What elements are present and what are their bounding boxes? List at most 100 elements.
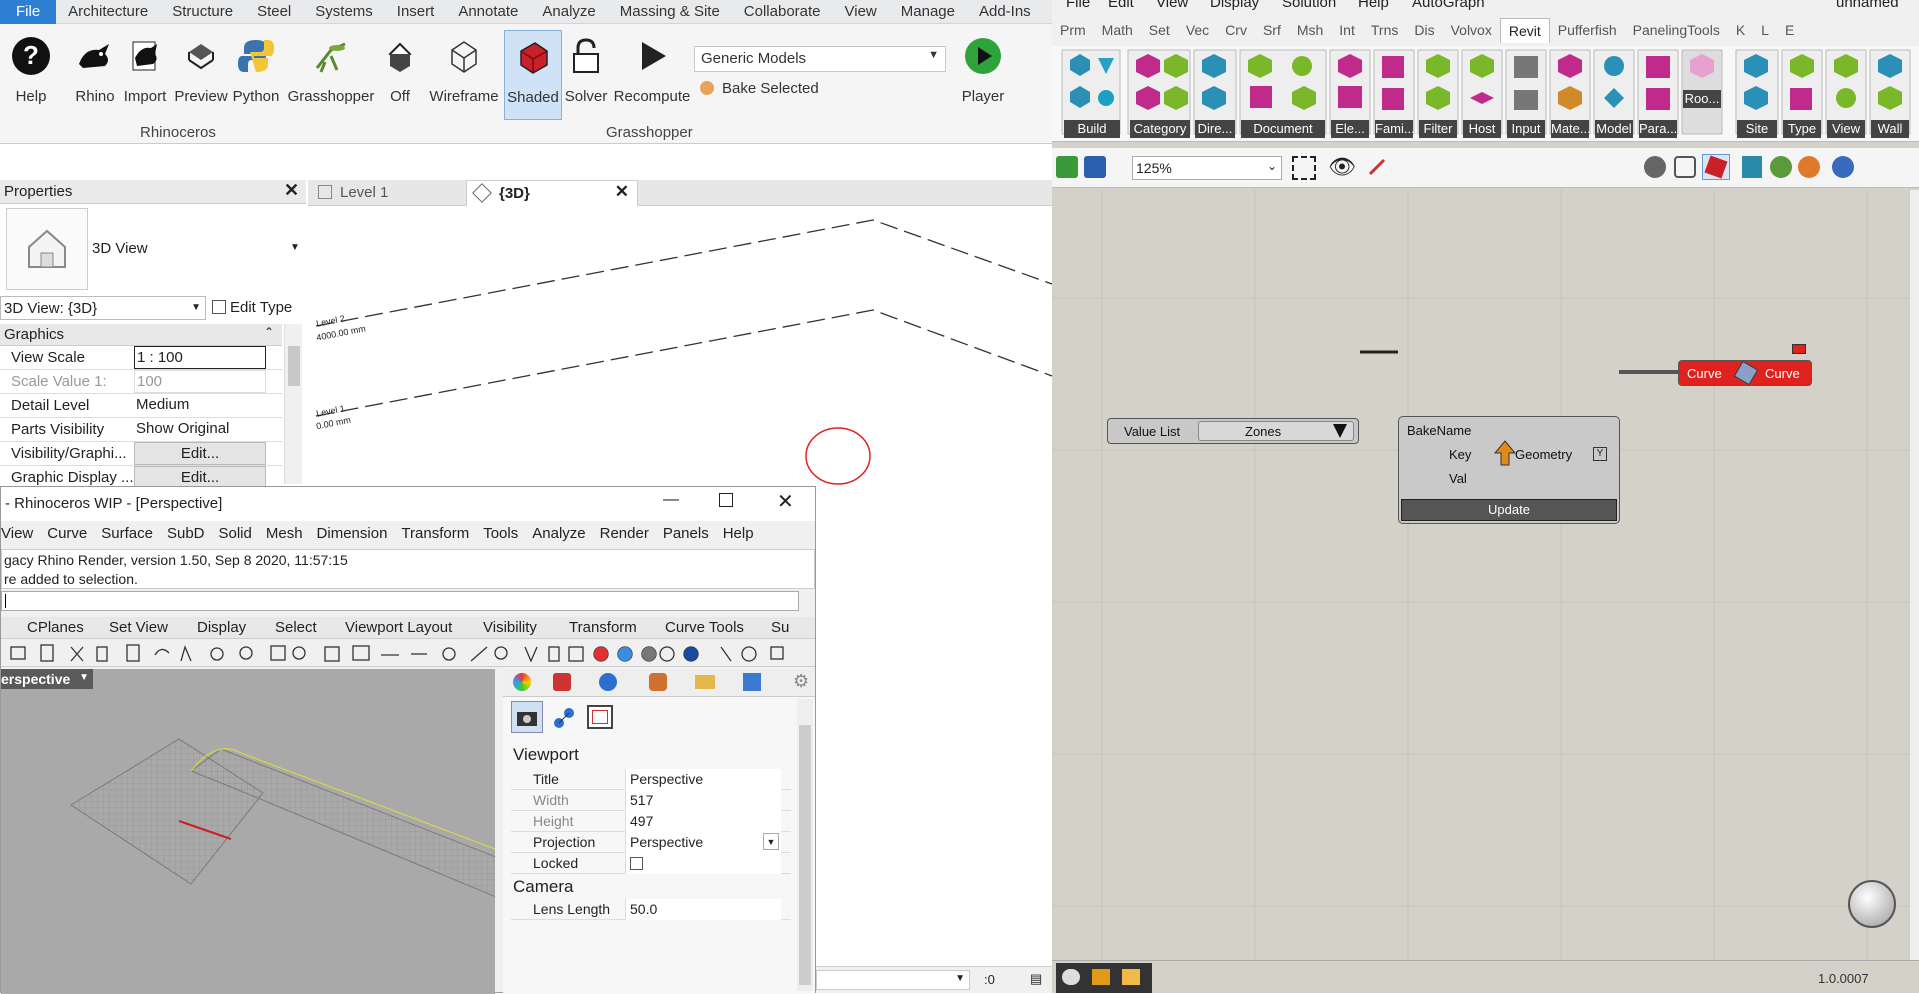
menu-analyze[interactable]: Analyze: [525, 523, 592, 545]
height-field[interactable]: 497: [625, 811, 781, 832]
player-button[interactable]: Player: [958, 30, 1008, 120]
gh-menu-display[interactable]: Display: [1210, 0, 1259, 11]
shaded-button[interactable]: Shaded: [504, 30, 562, 120]
edit-type-button[interactable]: Edit Type: [210, 296, 304, 320]
gh-menu-autograph[interactable]: AutoGraph: [1412, 0, 1485, 11]
gh-menu-view[interactable]: View: [1156, 0, 1188, 11]
off-button[interactable]: Off: [378, 30, 422, 120]
sketch-icon[interactable]: [1368, 156, 1388, 176]
gh-tab-dis[interactable]: Dis: [1406, 22, 1442, 38]
environment-icon[interactable]: [599, 673, 617, 691]
toolbar-icons[interactable]: [1, 641, 815, 667]
paint-icon[interactable]: [649, 673, 667, 691]
tab-transform[interactable]: Transform: [569, 619, 637, 636]
width-field[interactable]: 517: [625, 790, 781, 811]
group-family[interactable]: Fami...: [1375, 120, 1415, 138]
menu-dimension[interactable]: Dimension: [310, 523, 395, 545]
import-button[interactable]: Import: [120, 30, 170, 120]
help-icon[interactable]: [743, 673, 761, 691]
gh-tab-prm[interactable]: Prm: [1052, 22, 1094, 38]
tab-collaborate[interactable]: Collaborate: [732, 0, 833, 24]
lens-length-field[interactable]: 50.0: [625, 899, 781, 920]
bake-icon[interactable]: [1742, 156, 1762, 178]
group-input[interactable]: Input: [1507, 120, 1545, 138]
category-dropdown[interactable]: Generic Models ▼: [694, 46, 946, 72]
tab-level-1[interactable]: Level 1: [312, 180, 462, 206]
tab-structure[interactable]: Structure: [160, 0, 245, 24]
group-category[interactable]: Category: [1130, 120, 1190, 138]
tab-analyze[interactable]: Analyze: [530, 0, 607, 24]
edit-button[interactable]: Edit...: [134, 442, 266, 465]
tab-3d[interactable]: {3D} ✕: [466, 180, 638, 206]
gh-tab-volvox[interactable]: Volvox: [1443, 22, 1500, 38]
tab-view[interactable]: View: [833, 0, 889, 24]
group-document[interactable]: Document: [1241, 120, 1325, 138]
tab-file[interactable]: File: [0, 0, 57, 24]
tab-architecture[interactable]: Architecture: [56, 0, 160, 24]
gh-menu-solution[interactable]: Solution: [1282, 0, 1336, 11]
gh-canvas[interactable]: Value List Zones BakeName Key Val Geomet…: [1052, 190, 1910, 960]
shaded-preview-icon[interactable]: [1702, 154, 1730, 180]
value-list-component[interactable]: Value List Zones: [1107, 418, 1359, 444]
gh-tab-revit[interactable]: Revit: [1499, 17, 1550, 43]
notes-icon[interactable]: [1122, 969, 1140, 985]
title-field[interactable]: Perspective: [625, 769, 781, 790]
gh-tab-int[interactable]: Int: [1331, 22, 1363, 38]
group-view[interactable]: View: [1827, 120, 1865, 138]
folder-icon[interactable]: [695, 675, 715, 689]
zoom-select[interactable]: 125% ⌄: [1132, 156, 1282, 180]
group-build[interactable]: Build: [1064, 120, 1120, 138]
close-icon[interactable]: ✕: [777, 489, 794, 514]
autosave-icon[interactable]: [1062, 969, 1080, 985]
group-material[interactable]: Mate...: [1551, 120, 1591, 138]
layers-icon[interactable]: [553, 673, 571, 691]
gh-tab-crv[interactable]: Crv: [1217, 22, 1255, 38]
gh-vertical-scrollbar[interactable]: [1910, 190, 1919, 960]
menu-transform[interactable]: Transform: [394, 523, 476, 545]
group-site[interactable]: Site: [1737, 120, 1777, 138]
group-host[interactable]: Host: [1463, 120, 1501, 138]
gear-icon[interactable]: ⚙: [793, 671, 809, 692]
gh-tab-msh[interactable]: Msh: [1289, 22, 1331, 38]
tab-massing-site[interactable]: Massing & Site: [608, 0, 732, 24]
grasshopper-button[interactable]: Grasshopper: [288, 30, 374, 120]
tab-systems[interactable]: Systems: [303, 0, 385, 24]
group-parameter[interactable]: Para...: [1639, 120, 1677, 138]
tab-annotate[interactable]: Annotate: [446, 0, 530, 24]
zoom-extents-icon[interactable]: [1292, 156, 1316, 180]
tab-manage[interactable]: Manage: [889, 0, 967, 24]
menu-view[interactable]: View: [1, 523, 40, 545]
tab-curve-tools[interactable]: Curve Tools: [665, 619, 744, 636]
color-wheel-icon[interactable]: [513, 673, 531, 691]
locked-checkbox[interactable]: [630, 857, 643, 870]
gh-menu-edit[interactable]: Edit: [1108, 0, 1134, 11]
tab-cplanes[interactable]: CPlanes: [27, 619, 84, 636]
tab-su[interactable]: Su: [771, 619, 789, 636]
tab-steel[interactable]: Steel: [245, 0, 303, 24]
wireframe-button[interactable]: Wireframe: [426, 30, 502, 120]
group-filter[interactable]: Filter: [1419, 120, 1457, 138]
gh-tab-l[interactable]: L: [1753, 22, 1777, 38]
view-selector[interactable]: 3D View: {3D} ▼: [0, 296, 206, 320]
tab-select[interactable]: Select: [275, 619, 317, 636]
menu-help[interactable]: Help: [716, 523, 761, 545]
material-icon[interactable]: [1770, 156, 1792, 178]
gh-tab-panelingtools[interactable]: PanelingTools: [1625, 22, 1728, 38]
panel-scrollbar[interactable]: [797, 699, 813, 991]
group-element[interactable]: Ele...: [1331, 120, 1369, 138]
minimize-icon[interactable]: —: [663, 491, 679, 509]
graphics-section[interactable]: Graphics ⌃: [0, 324, 282, 346]
gh-tab-trns[interactable]: Trns: [1363, 22, 1406, 38]
preview-button[interactable]: Preview: [174, 30, 228, 120]
lights-icon[interactable]: [551, 705, 577, 731]
tab-viewport-layout[interactable]: Viewport Layout: [345, 619, 452, 636]
menu-mesh[interactable]: Mesh: [259, 523, 310, 545]
recompute-button[interactable]: Recompute: [612, 30, 692, 120]
gh-tab-pufferfish[interactable]: Pufferfish: [1550, 22, 1625, 38]
camera-icon[interactable]: [511, 701, 543, 733]
solver-button[interactable]: Solver: [564, 30, 608, 120]
revit-3d-view[interactable]: [308, 206, 1052, 486]
properties-scrollbar[interactable]: [284, 324, 302, 484]
open-icon[interactable]: [1056, 156, 1078, 178]
tab-visibility[interactable]: Visibility: [483, 619, 537, 636]
